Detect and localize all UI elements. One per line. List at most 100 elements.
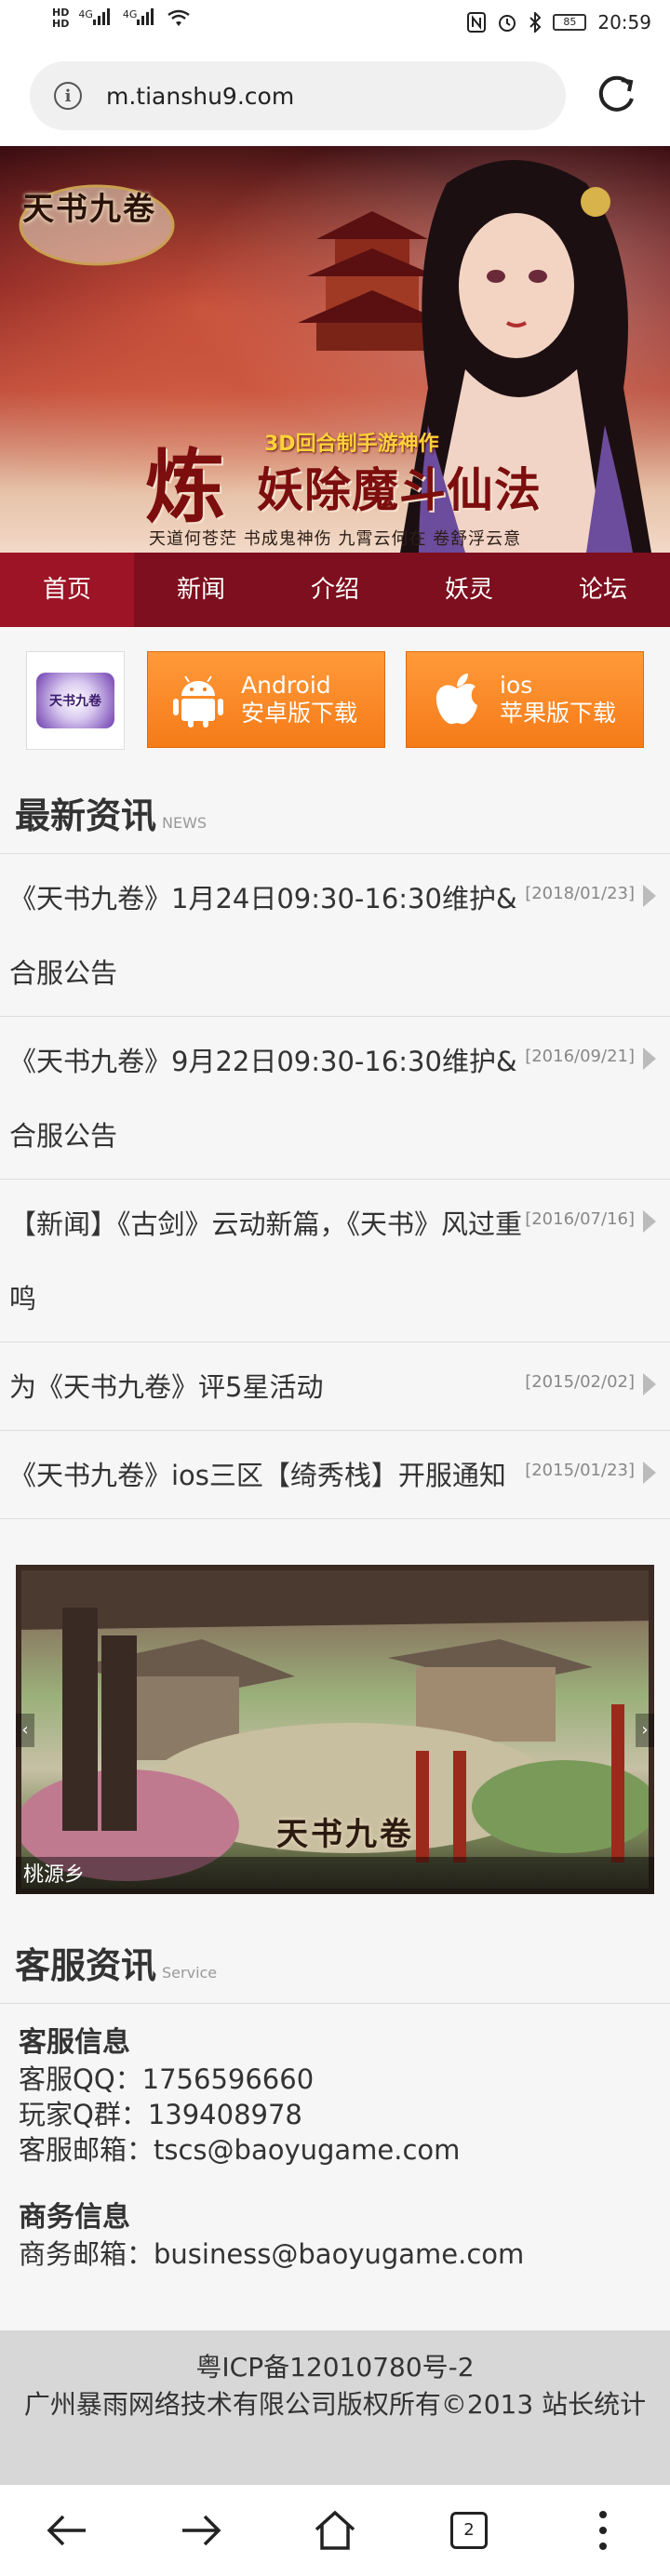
signal-bars-icon bbox=[137, 8, 154, 25]
app-icon: 天书九卷 bbox=[26, 651, 125, 750]
status-right: 85 20:59 bbox=[467, 11, 651, 33]
home-button[interactable] bbox=[307, 2503, 363, 2558]
home-icon bbox=[315, 2510, 355, 2550]
news-item-title[interactable]: 《天书九卷》1月24日09:30-16:30维护&合服公告 bbox=[9, 861, 530, 1010]
browser-bottom-bar: 2 bbox=[0, 2485, 670, 2576]
nav-spirits[interactable]: 妖灵 bbox=[402, 553, 536, 627]
status-left: HD HD 4G 4G bbox=[52, 7, 191, 30]
hd-badge-2: HD bbox=[52, 18, 70, 30]
app-icon-image: 天书九卷 bbox=[36, 673, 114, 728]
android-sublabel: 安卓版下载 bbox=[241, 700, 358, 727]
clock: 20:59 bbox=[597, 11, 651, 33]
footer-copyright: 广州暴雨网络技术有限公司版权所有©2013 站长统计 bbox=[23, 2389, 647, 2420]
nfc-icon bbox=[467, 12, 487, 33]
news-item-date: [2018/01/23] bbox=[525, 884, 635, 903]
chevron-right-icon bbox=[643, 1048, 656, 1070]
chevron-right-icon bbox=[643, 1373, 656, 1395]
nav-forum[interactable]: 论坛 bbox=[536, 553, 670, 627]
customer-service-heading: 客服信息 bbox=[19, 2026, 130, 2059]
menu-button[interactable] bbox=[575, 2503, 631, 2558]
wifi-icon bbox=[168, 9, 191, 26]
forward-button[interactable] bbox=[173, 2503, 229, 2558]
news-item-date: [2016/07/16] bbox=[525, 1209, 635, 1229]
service-email[interactable]: 客服邮箱：tscs@baoyugame.com bbox=[19, 2132, 651, 2168]
ios-sublabel: 苹果版下载 bbox=[500, 700, 617, 727]
android-download-button[interactable]: Android 安卓版下载 bbox=[147, 651, 385, 748]
business-heading: 商务信息 bbox=[19, 2201, 130, 2234]
carousel-prev-button[interactable]: ‹ bbox=[16, 1714, 34, 1747]
news-item-date: [2015/02/02] bbox=[525, 1372, 635, 1392]
nav-home[interactable]: 首页 bbox=[0, 553, 134, 627]
news-section-header: 最新资讯 NEWS bbox=[0, 776, 670, 854]
hero-slogan: 妖除魔斗仙法 bbox=[257, 462, 542, 517]
footer-icp[interactable]: 粤ICP备12010780号-2 bbox=[0, 2349, 670, 2386]
ios-download-text: ios 苹果版下载 bbox=[500, 672, 616, 727]
news-subtitle: NEWS bbox=[162, 814, 208, 832]
news-section-title: 最新资讯 NEWS bbox=[15, 787, 207, 838]
download-row: 天书九卷 Android 安卓版下载 ios 苹果版下载 bbox=[0, 627, 670, 776]
logo-text: 天书九卷 bbox=[22, 191, 156, 228]
image-carousel[interactable]: 天书九卷 ‹ › 桃源乡 bbox=[16, 1565, 654, 1894]
url-field[interactable]: i m.tianshu9.com bbox=[30, 61, 566, 130]
news-item[interactable]: 《天书九卷》9月22日09:30-16:30维护&合服公告 [2016/09/2… bbox=[0, 1017, 670, 1180]
signal-2: 4G bbox=[123, 8, 158, 29]
ios-label: ios bbox=[500, 672, 533, 699]
news-item[interactable]: 【新闻】《古剑》云动新篇，《天书》风过重鸣 [2016/07/16] bbox=[0, 1180, 670, 1342]
news-list: 《天书九卷》1月24日09:30-16:30维护&合服公告 [2018/01/2… bbox=[0, 854, 670, 1519]
customer-service-block: 客服信息 客服QQ：1756596660 玩家Q群：139408978 客服邮箱… bbox=[19, 2024, 651, 2168]
service-section-title: 客服资讯 Service bbox=[15, 1937, 217, 1988]
arrow-right-icon bbox=[182, 2515, 221, 2546]
main-nav: 首页 新闻 介绍 妖灵 论坛 bbox=[0, 553, 670, 627]
carousel-caption: 桃源乡 bbox=[16, 1857, 654, 1894]
service-group: 玩家Q群：139408978 bbox=[19, 2099, 302, 2130]
carousel-next-button[interactable]: › bbox=[636, 1714, 654, 1747]
service-qq: 客服QQ：1756596660 bbox=[19, 2063, 315, 2095]
bluetooth-icon bbox=[529, 12, 542, 33]
news-title-text: 最新资讯 bbox=[15, 795, 157, 836]
chevron-right-icon bbox=[643, 885, 656, 907]
hero-subtitle: 天道何苍茫 书成鬼神伤 九霄云何在 卷舒浮云意 bbox=[149, 529, 522, 549]
news-item[interactable]: 为《天书九卷》评5星活动 [2015/02/02] bbox=[0, 1342, 670, 1431]
nav-intro[interactable]: 介绍 bbox=[268, 553, 402, 627]
status-bar: HD HD 4G 4G 85 20:59 bbox=[0, 0, 670, 48]
reload-icon[interactable] bbox=[592, 71, 640, 119]
hd-badges: HD HD bbox=[52, 7, 69, 30]
news-item-title[interactable]: 【新闻】《古剑》云动新篇，《天书》风过重鸣 bbox=[9, 1187, 530, 1336]
news-item-title[interactable]: 《天书九卷》ios三区【绮秀栈】开服通知 bbox=[9, 1438, 530, 1513]
hero-banner[interactable]: 天书九卷 炼 3D回合制手游神作 妖除魔斗仙法 天道何苍茫 书成鬼神伤 九霄云何… bbox=[0, 146, 670, 553]
chevron-right-icon bbox=[643, 1462, 656, 1484]
arrow-left-icon bbox=[47, 2515, 86, 2546]
back-button[interactable] bbox=[39, 2503, 95, 2558]
apple-icon bbox=[436, 674, 477, 725]
nav-news[interactable]: 新闻 bbox=[134, 553, 268, 627]
business-block: 商务信息 商务邮箱：business@baoyugame.com bbox=[19, 2199, 651, 2272]
more-vertical-icon bbox=[599, 2511, 607, 2550]
url-text: m.tianshu9.com bbox=[106, 82, 295, 110]
service-subtitle: Service bbox=[162, 1964, 218, 1982]
service-section-header: 客服资讯 Service bbox=[0, 1926, 670, 2004]
ios-download-button[interactable]: ios 苹果版下载 bbox=[406, 651, 644, 748]
news-item[interactable]: 《天书九卷》1月24日09:30-16:30维护&合服公告 [2018/01/2… bbox=[0, 854, 670, 1017]
android-download-text: Android 安卓版下载 bbox=[241, 672, 357, 727]
news-item[interactable]: 《天书九卷》ios三区【绮秀栈】开服通知 [2015/01/23] bbox=[0, 1431, 670, 1519]
tab-count: 2 bbox=[450, 2512, 488, 2549]
news-item-date: [2016/09/21] bbox=[525, 1047, 635, 1066]
news-item-date: [2015/01/23] bbox=[525, 1461, 635, 1480]
tabs-button[interactable]: 2 bbox=[441, 2503, 497, 2558]
footer: 粤ICP备12010780号-2 广州暴雨网络技术有限公司版权所有©2013 站… bbox=[0, 2330, 670, 2485]
browser-address-bar: i m.tianshu9.com bbox=[0, 48, 670, 146]
service-info: 客服信息 客服QQ：1756596660 玩家Q群：139408978 客服邮箱… bbox=[0, 2009, 670, 2318]
android-label: Android bbox=[241, 672, 331, 699]
info-icon[interactable]: i bbox=[54, 82, 82, 110]
battery-icon: 85 bbox=[553, 14, 587, 31]
android-icon bbox=[173, 675, 223, 727]
news-item-title[interactable]: 《天书九卷》9月22日09:30-16:30维护&合服公告 bbox=[9, 1024, 530, 1173]
carousel-logo: 天书九卷 bbox=[276, 1816, 414, 1853]
business-email[interactable]: 商务邮箱：business@baoyugame.com bbox=[19, 2236, 651, 2272]
signal-1: 4G bbox=[78, 8, 114, 29]
chevron-right-icon bbox=[643, 1210, 656, 1233]
alarm-icon bbox=[499, 15, 516, 32]
hero-big-char: 炼 bbox=[145, 440, 225, 534]
signal-bars-icon bbox=[92, 8, 110, 25]
news-item-title[interactable]: 为《天书九卷》评5星活动 bbox=[9, 1350, 530, 1424]
